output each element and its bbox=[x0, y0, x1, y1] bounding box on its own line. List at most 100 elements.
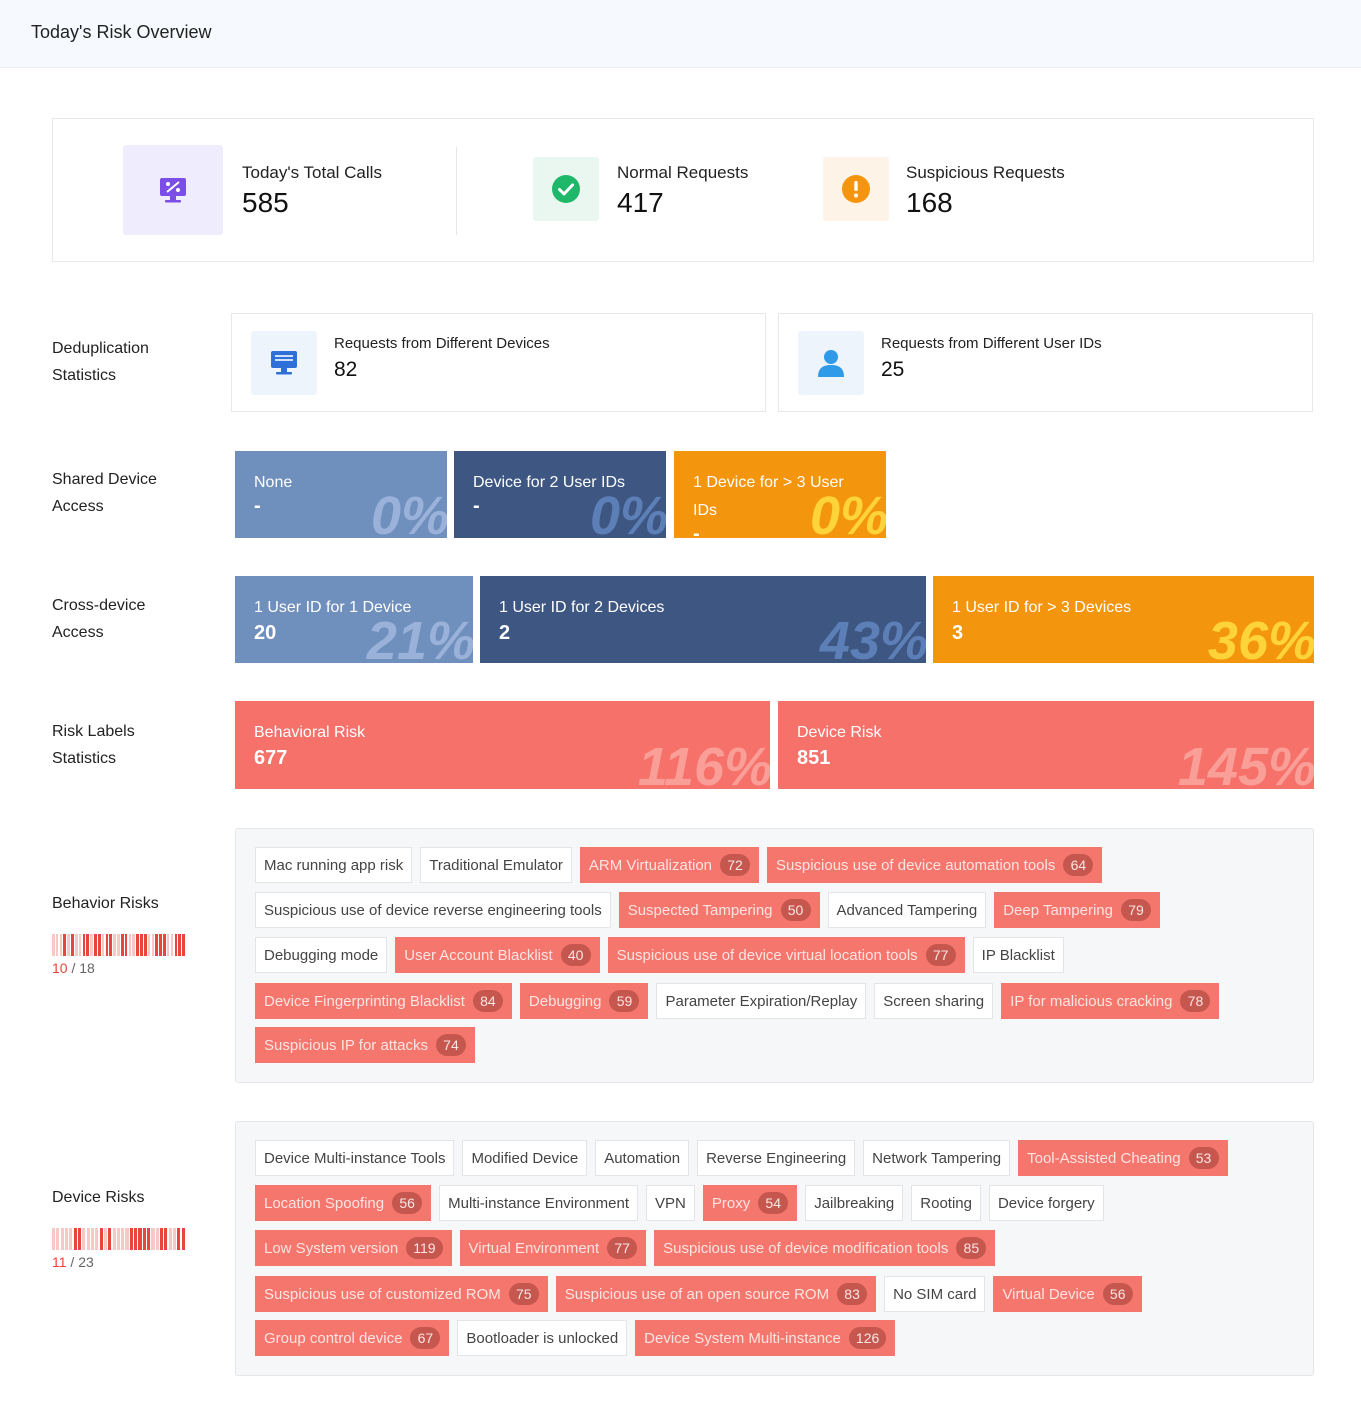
risk-tag-hit[interactable]: ARM Virtualization 72 bbox=[579, 847, 760, 883]
risk-tag-hit[interactable]: Suspected Tampering 50 bbox=[618, 892, 820, 928]
tile-value: - bbox=[693, 523, 700, 538]
risk-tag-hit[interactable]: Device Fingerprinting Blacklist 84 bbox=[255, 983, 512, 1019]
risk-tag-label: Suspicious use of device automation tool… bbox=[776, 856, 1056, 874]
risk-bar-mark bbox=[138, 1228, 142, 1250]
risk-bar-mark bbox=[129, 1228, 133, 1250]
risk-tag-count-badge: 40 bbox=[560, 944, 591, 966]
tile-percent: 43% bbox=[819, 611, 926, 663]
risk-tag-hit[interactable]: Suspicious IP for attacks 74 bbox=[255, 1027, 475, 1063]
risk-bar-mark bbox=[82, 934, 86, 956]
summary-card: Today's Total Calls 585 Normal Requests … bbox=[52, 118, 1314, 262]
behavior-section-label: Behavior Risks bbox=[52, 895, 159, 912]
risk-tag[interactable]: Automation bbox=[595, 1140, 690, 1176]
suspicious-requests-label: Suspicious Requests bbox=[906, 163, 1065, 182]
risk-tag-label: ARM Virtualization bbox=[588, 856, 713, 874]
risk-tag-hit[interactable]: Low System version 119 bbox=[255, 1230, 452, 1266]
dedup-devices-label: Requests from Different Devices bbox=[334, 335, 550, 352]
risk-bar-mark bbox=[108, 1228, 112, 1250]
risk-tag-hit[interactable]: Tool-Assisted Cheating 53 bbox=[1018, 1140, 1228, 1176]
risk-bar-mark bbox=[59, 934, 63, 956]
risk-bar-mark bbox=[71, 934, 74, 956]
risk-bar-mark bbox=[124, 934, 128, 956]
risk-tag[interactable]: No SIM card bbox=[884, 1276, 986, 1312]
risk-bar-mark bbox=[120, 934, 124, 956]
risk-tag[interactable]: Bootloader is unlocked bbox=[457, 1320, 628, 1356]
risk-tag-hit[interactable]: Device System Multi-instance 126 bbox=[635, 1320, 896, 1356]
risk-tag[interactable]: Network Tampering bbox=[863, 1140, 1011, 1176]
risk-tag[interactable]: Traditional Emulator bbox=[420, 847, 572, 883]
risk-tag[interactable]: Screen sharing bbox=[874, 983, 994, 1019]
risk-bar-mark bbox=[90, 1228, 94, 1250]
device-risk-ratio: 11 / 23 bbox=[52, 1254, 94, 1270]
risk-bar-mark bbox=[116, 1228, 120, 1250]
risk-tag-hit[interactable]: Suspicious use of an open source ROM 83 bbox=[555, 1276, 877, 1312]
tile-label: 1 User ID for > 3 Devices bbox=[952, 599, 1132, 616]
risk-tag[interactable]: Device forgery bbox=[988, 1185, 1104, 1221]
risk-tag[interactable]: Multi-instance Environment bbox=[439, 1185, 639, 1221]
risk-tag[interactable]: Mac running app risk bbox=[255, 847, 413, 883]
risk-tag-label: IP Blacklist bbox=[981, 946, 1055, 964]
risk-tag-label: Suspicious use of device virtual locatio… bbox=[616, 946, 918, 964]
risk-tag-hit[interactable]: User Account Blacklist 40 bbox=[395, 937, 600, 973]
risk-bar-mark bbox=[55, 934, 59, 956]
risk-tag[interactable]: Jailbreaking bbox=[805, 1185, 904, 1221]
risk-tag[interactable]: IP Blacklist bbox=[972, 937, 1064, 973]
risk-tag[interactable]: Parameter Expiration/Replay bbox=[656, 983, 867, 1019]
risk-bar-mark bbox=[73, 1228, 77, 1250]
risk-tag-label: Deep Tampering bbox=[1003, 901, 1113, 919]
shared-tile-two-users: Device for 2 User IDs - 0% bbox=[454, 451, 666, 538]
tile-percent: 0% bbox=[589, 486, 666, 538]
risk-bar-mark bbox=[159, 934, 162, 956]
risk-tag-hit[interactable]: Suspicious use of device automation tool… bbox=[767, 847, 1103, 883]
risk-tag-hit[interactable]: Suspicious use of device virtual locatio… bbox=[607, 937, 965, 973]
risk-bar-mark bbox=[95, 1228, 99, 1250]
tile-label: Behavioral Risk bbox=[254, 724, 366, 741]
risk-tag-hit[interactable]: Suspicious use of device modification to… bbox=[654, 1230, 996, 1266]
risk-tag-count-badge: 54 bbox=[758, 1192, 789, 1214]
risk-tag-count-badge: 85 bbox=[956, 1237, 987, 1259]
risk-bar-mark bbox=[63, 934, 67, 956]
tile-percent: 21% bbox=[366, 611, 473, 663]
risk-tag[interactable]: Modified Device bbox=[462, 1140, 588, 1176]
summary-divider bbox=[456, 147, 457, 235]
risk-tag-hit[interactable]: Deep Tampering 79 bbox=[994, 892, 1160, 928]
risk-tag-label: Rooting bbox=[920, 1194, 972, 1212]
normal-requests-value: 417 bbox=[617, 187, 664, 218]
dedup-section-label: Deduplication Statistics bbox=[52, 340, 149, 384]
device-section-label: Device Risks bbox=[52, 1189, 145, 1206]
risk-tag-hit[interactable]: Group control device 67 bbox=[255, 1320, 450, 1356]
risk-tag-hit[interactable]: Location Spoofing 56 bbox=[255, 1185, 432, 1221]
risk-tag[interactable]: Rooting bbox=[911, 1185, 981, 1221]
tile-value: 20 bbox=[254, 622, 277, 644]
risk-bar-mark bbox=[60, 1228, 64, 1250]
cross-tile-three-devices: 1 User ID for > 3 Devices 3 36% bbox=[933, 576, 1314, 663]
risk-tag-label: Device forgery bbox=[997, 1194, 1095, 1212]
risk-tag[interactable]: VPN bbox=[646, 1185, 695, 1221]
risk-bar-mark bbox=[178, 934, 181, 956]
risk-tag[interactable]: Debugging mode bbox=[255, 937, 388, 973]
risk-tag-hit[interactable]: IP for malicious cracking 78 bbox=[1001, 983, 1220, 1019]
risk-bar-mark bbox=[52, 1228, 56, 1250]
risk-tag[interactable]: Advanced Tampering bbox=[827, 892, 987, 928]
risk-tag[interactable]: Reverse Engineering bbox=[697, 1140, 856, 1176]
risk-tag-hit[interactable]: Suspicious use of customized ROM 75 bbox=[255, 1276, 548, 1312]
risk-tag-count-badge: 77 bbox=[607, 1237, 638, 1259]
device-risk-tile: Device Risk 851 145% bbox=[778, 701, 1314, 789]
risk-tag-label: Suspicious use of device modification to… bbox=[663, 1239, 949, 1257]
tag-row: Mac running app risk Traditional Emulator… bbox=[255, 847, 1103, 883]
risk-bar-mark bbox=[134, 1228, 138, 1250]
risk-bar-mark bbox=[86, 934, 90, 956]
risk-tag[interactable]: Suspicious use of device reverse enginee… bbox=[255, 892, 611, 928]
risk-tag-count-badge: 50 bbox=[780, 899, 811, 921]
risk-tag[interactable]: Device Multi-instance Tools bbox=[255, 1140, 455, 1176]
risk-tag-hit[interactable]: Debugging 59 bbox=[519, 983, 649, 1019]
risk-tag-hit[interactable]: Virtual Device 56 bbox=[993, 1276, 1142, 1312]
risk-tag-hit[interactable]: Virtual Environment 77 bbox=[459, 1230, 647, 1266]
risk-bar-mark bbox=[82, 1228, 86, 1250]
tile-percent: 145% bbox=[1177, 737, 1314, 789]
risk-tag-hit[interactable]: Proxy 54 bbox=[702, 1185, 798, 1221]
behavior-risk-panel: Mac running app risk Traditional Emulator… bbox=[235, 828, 1314, 1083]
risk-bar-mark bbox=[78, 934, 82, 956]
risk-labels-section-label: Risk Labels Statistics bbox=[52, 723, 135, 767]
user-icon bbox=[798, 331, 864, 395]
